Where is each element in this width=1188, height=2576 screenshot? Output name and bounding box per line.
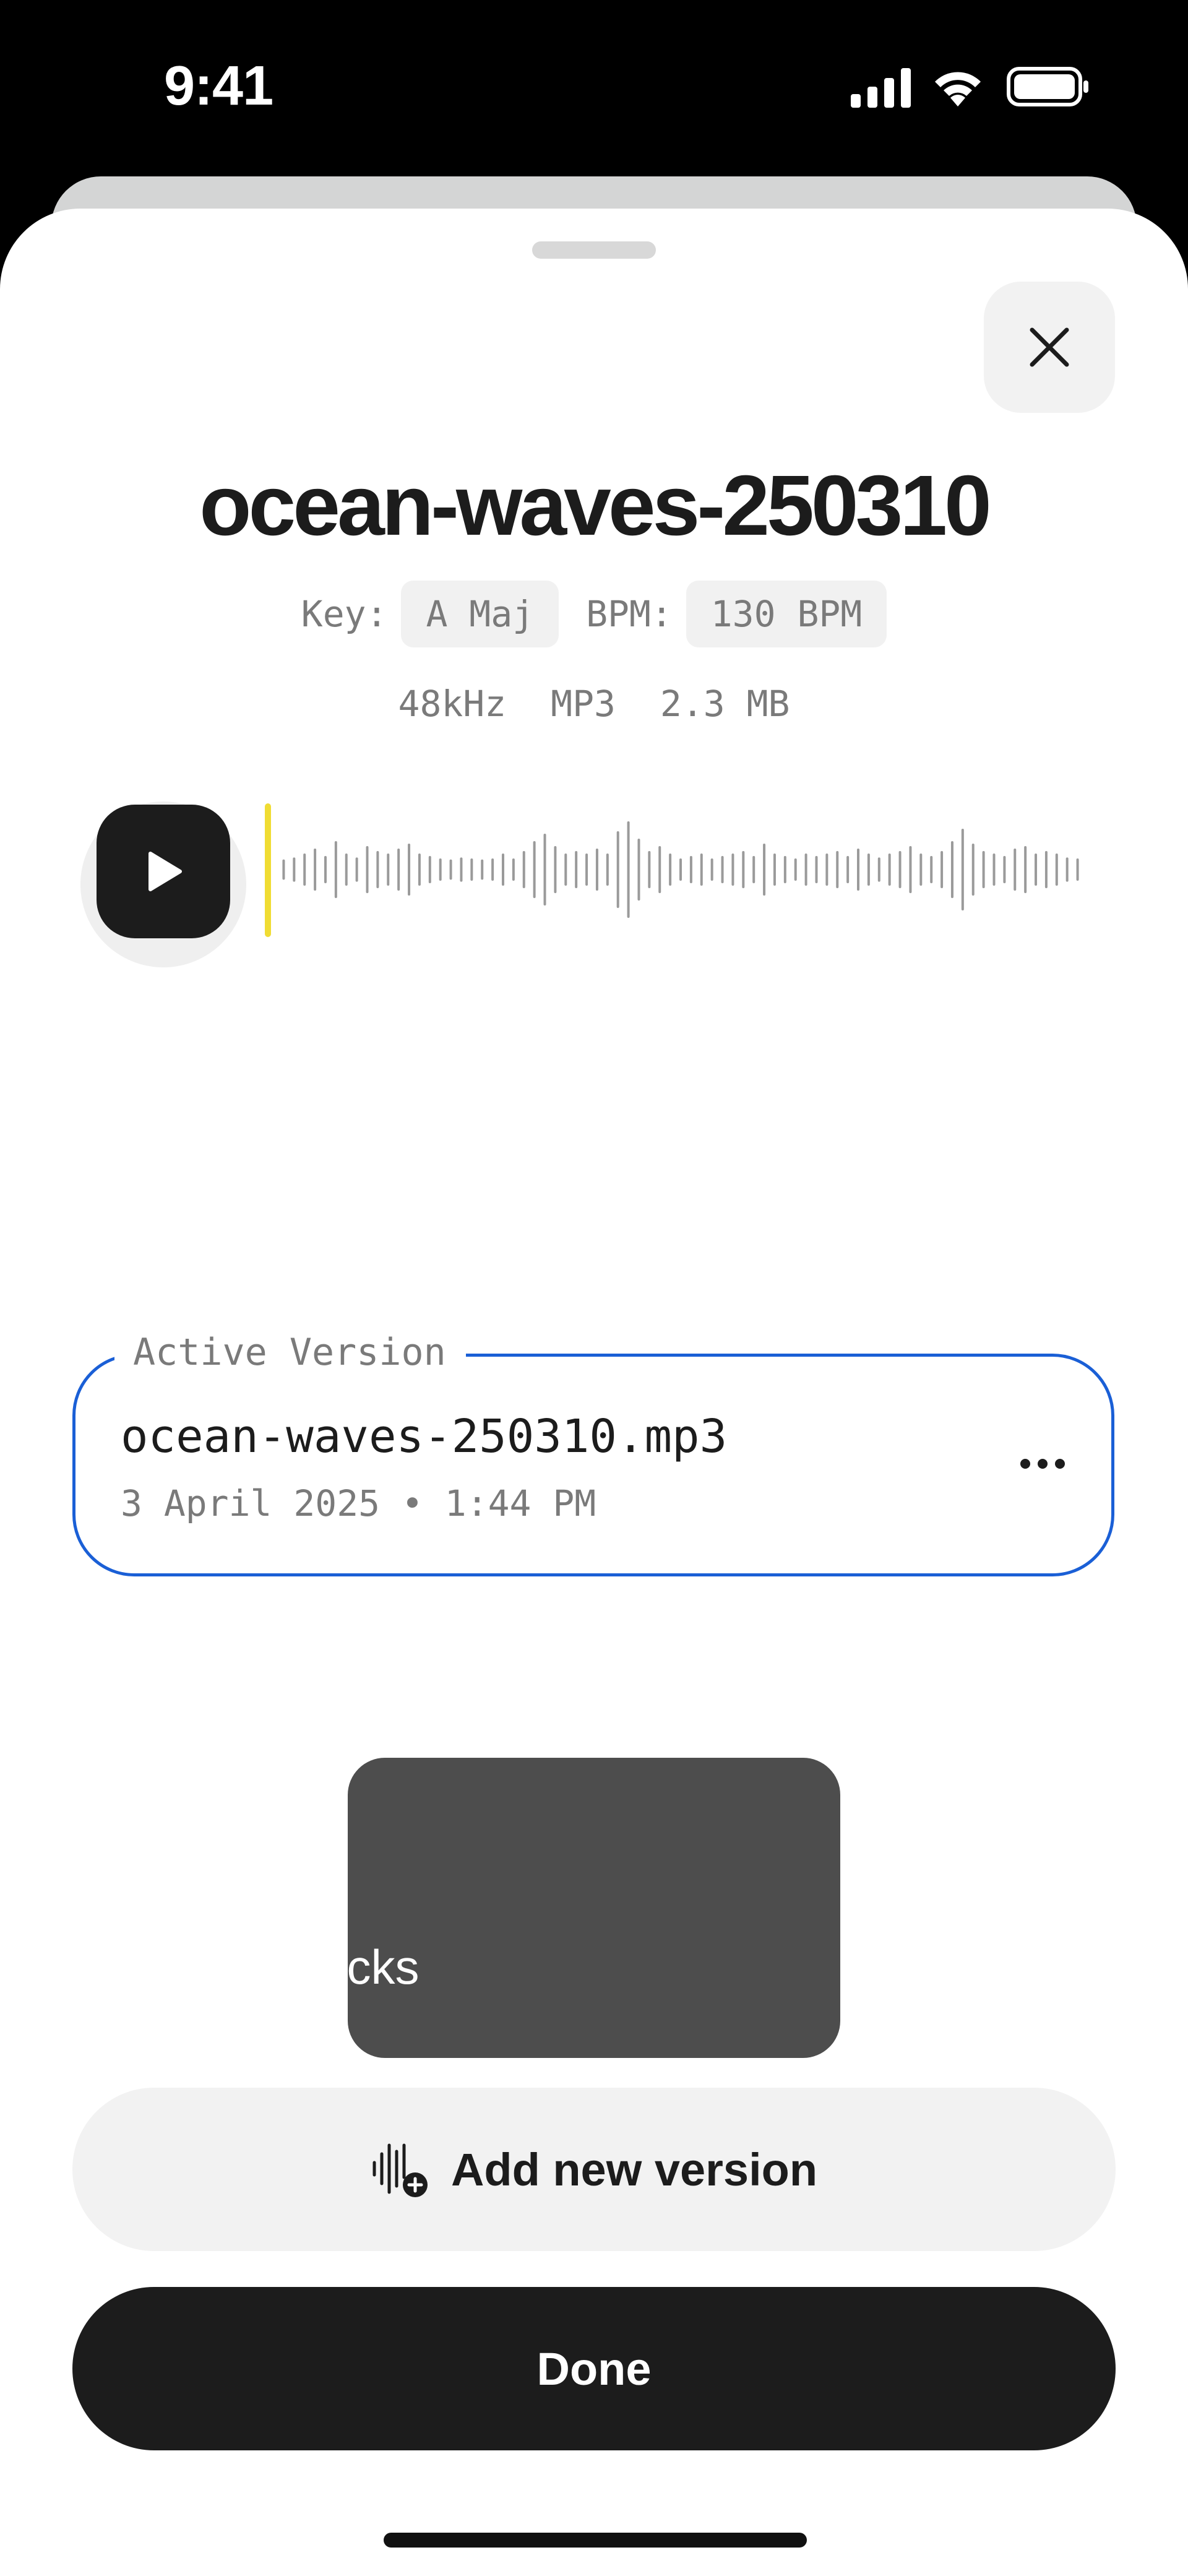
sample-rate: 48kHz [398,683,507,725]
menu-item-files[interactable]: Files [0,1796,493,1908]
track-meta: Key: A Maj BPM: 130 BPM [0,581,1188,647]
file-size: 2.3 MB [660,683,790,725]
close-icon [1030,327,1069,367]
status-bar: 9:41 [0,0,1188,173]
done-button[interactable]: Done [72,2287,1116,2450]
version-file-name: ocean-waves-250310.mp3 [121,1410,728,1463]
sheet-grabber[interactable] [532,241,656,259]
menu-item-project-tracks-label: Project tracks [127,1939,420,1994]
waveform[interactable] [278,817,1083,922]
track-title: ocean-waves-250310 [199,458,992,553]
bpm-chip: 130 BPM [686,581,887,647]
home-indicator [384,2533,807,2548]
more-icon [1020,1459,1065,1469]
play-icon [148,852,182,891]
bpm-label: BPM: [586,593,673,635]
active-version-card[interactable] [72,1354,1114,1576]
wifi-icon [935,72,981,106]
battery-icon [1007,67,1088,106]
play-button[interactable] [97,805,230,938]
cellular-signal-icon [851,68,911,108]
menu-item-files-label: Files [127,1824,229,1879]
version-more-button[interactable] [1009,1442,1077,1485]
status-time: 9:41 [164,55,273,117]
done-label: Done [536,2343,652,2395]
active-version-legend: Active Version [114,1331,466,1374]
waveform-icon [54,1830,101,1874]
file-format: MP3 [551,683,616,725]
version-date: 3 April 2025 • 1:44 PM [121,1482,596,1524]
key-label: Key: [301,593,388,635]
key-chip: A Maj [401,581,559,647]
add-new-version-label: Add new version [450,2143,818,2195]
menu-item-project-tracks[interactable]: Project tracks [0,1911,493,2023]
add-waveform-icon [372,2143,428,2197]
plus-circle-icon [55,1945,100,1989]
close-button[interactable] [984,282,1115,413]
playhead[interactable] [265,803,271,937]
track-specs: 48kHz MP3 2.3 MB [0,683,1188,725]
add-new-version-button[interactable]: Add new version [72,2088,1116,2251]
